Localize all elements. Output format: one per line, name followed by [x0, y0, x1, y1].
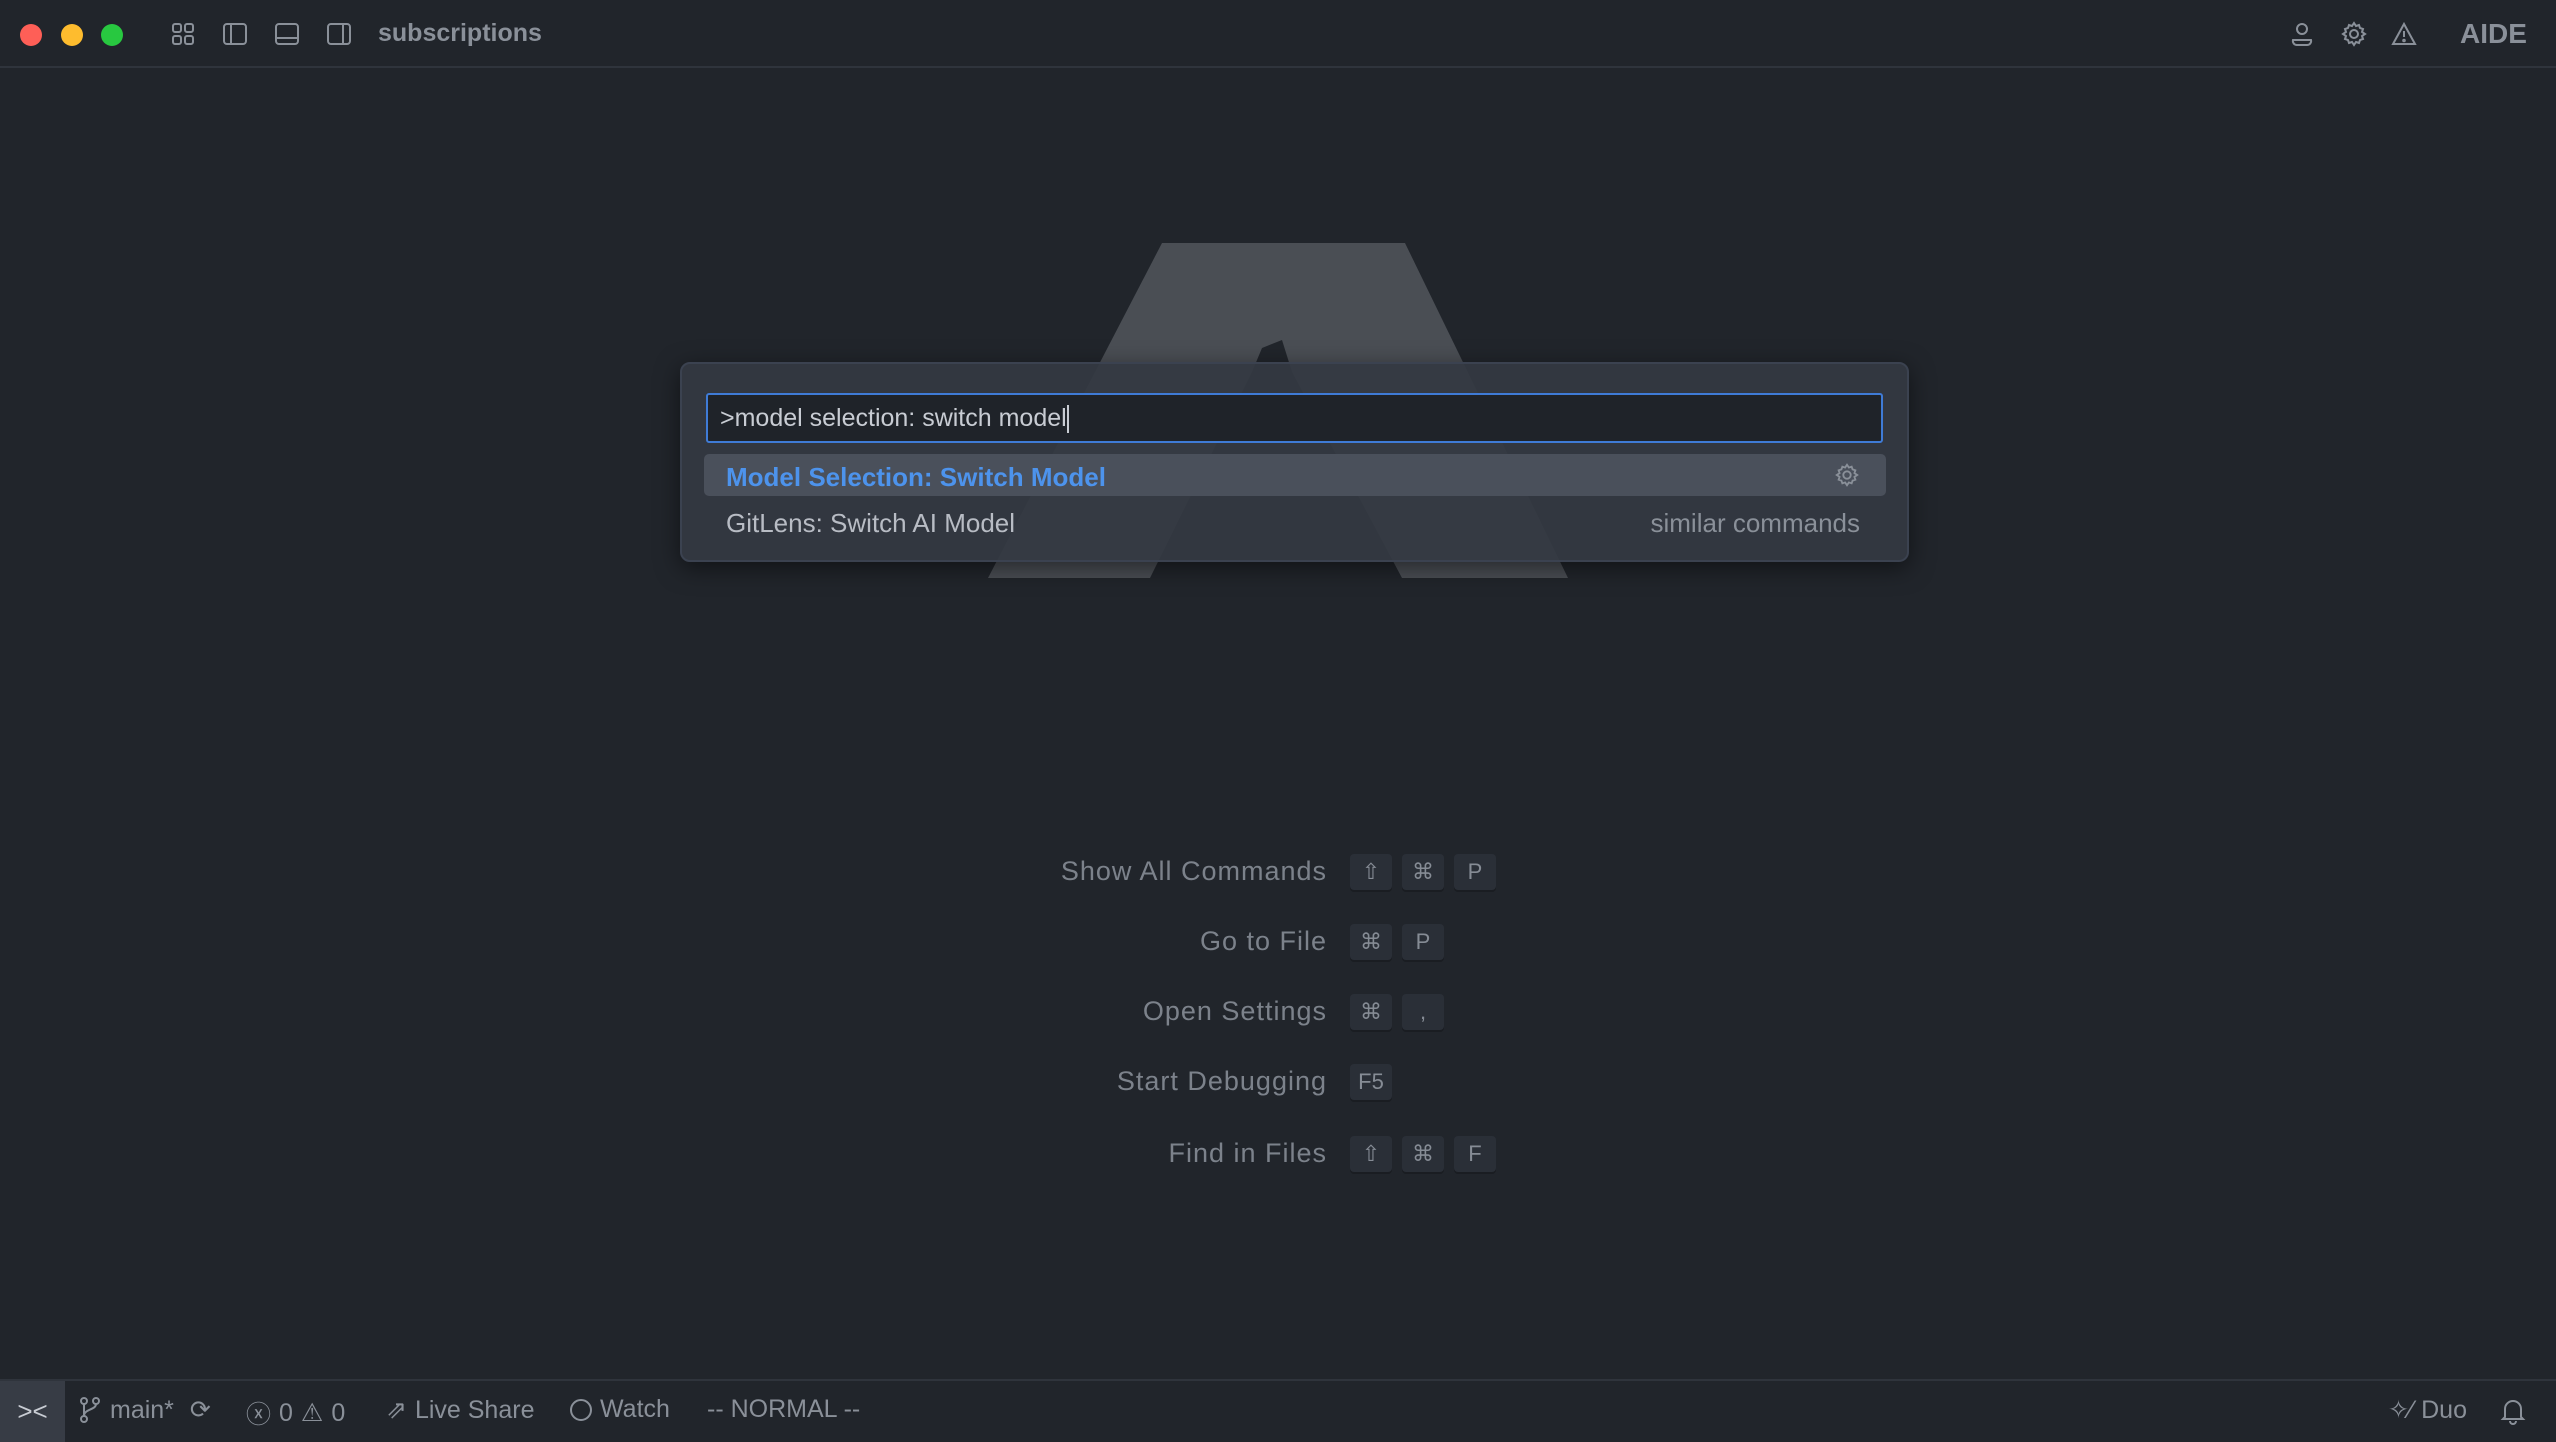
keycap: F5 [1350, 1064, 1392, 1100]
duo-label: Duo [2421, 1395, 2467, 1424]
shortcut-label[interactable]: Find in Files [1168, 1138, 1327, 1169]
error-count: 0 [279, 1398, 293, 1427]
keycap: ⇧ [1350, 1136, 1392, 1172]
circle-icon [570, 1398, 592, 1421]
keycap: P [1454, 854, 1496, 890]
configure-keybinding-gear-icon[interactable] [1834, 462, 1860, 488]
keycap: ⌘ [1402, 854, 1444, 890]
aide-logo-watermark [988, 243, 1568, 578]
keycap: F [1454, 1136, 1496, 1172]
command-label: Model Selection: Switch Model [726, 462, 1106, 492]
notifications-bell-icon[interactable] [2500, 1397, 2526, 1425]
live-share-button[interactable]: ⇗ Live Share [386, 1395, 534, 1425]
keycap: ⌘ [1350, 994, 1392, 1030]
shortcut-keys: F5 [1350, 1064, 1392, 1100]
command-palette: >model selection: switch model Model Sel… [680, 362, 1909, 562]
shortcut-label[interactable]: Show All Commands [1061, 856, 1327, 887]
problems-button[interactable]: ⓧ 0 ⚠ 0 [246, 1395, 345, 1431]
watch-button[interactable]: Watch [570, 1395, 670, 1424]
shortcut-label[interactable]: Start Debugging [1117, 1066, 1327, 1097]
command-hint: similar commands [1650, 508, 1861, 538]
sync-icon[interactable]: ⟳ [190, 1395, 211, 1425]
error-icon: ⓧ [246, 1401, 272, 1429]
branch-button[interactable]: main* ⟳ [78, 1395, 211, 1425]
shortcut-label[interactable]: Open Settings [1143, 996, 1327, 1027]
status-bar: >< main* ⟳ ⓧ 0 ⚠ 0 ⇗ Live Share Watch -- NO… [0, 1379, 2556, 1442]
shortcut-keys: ⇧ ⌘ P [1350, 854, 1496, 890]
command-result-item[interactable]: Model Selection: Switch Model [704, 454, 1886, 496]
command-palette-input[interactable]: >model selection: switch model [706, 393, 1883, 443]
command-result-item[interactable]: GitLens: Switch AI Model similar command… [704, 500, 1886, 542]
command-label: GitLens: Switch AI Model [726, 508, 1016, 538]
live-share-icon: ⇗ [386, 1396, 407, 1424]
keycap: ⌘ [1402, 1136, 1444, 1172]
keycap: ⇧ [1350, 854, 1392, 890]
branch-name: main* [110, 1395, 174, 1424]
duo-icon: ✧⁄ [2388, 1396, 2414, 1424]
shortcut-keys: ⌘ P [1350, 924, 1444, 960]
watch-label: Watch [600, 1395, 670, 1423]
warning-icon: ⚠ [300, 1399, 324, 1427]
live-share-label: Live Share [414, 1395, 535, 1424]
vim-mode-indicator: -- NORMAL -- [707, 1395, 861, 1423]
keycap: , [1402, 994, 1444, 1030]
duo-button[interactable]: ✧⁄ Duo [2388, 1395, 2467, 1425]
remote-indicator-button[interactable]: >< [0, 1381, 65, 1442]
shortcut-keys: ⌘, [1350, 994, 1444, 1030]
keycap: ⌘ [1350, 924, 1392, 960]
shortcut-keys: ⇧ ⌘ F [1350, 1136, 1496, 1172]
warning-count: 0 [331, 1398, 346, 1427]
keycap: P [1402, 924, 1444, 960]
git-branch-icon [80, 1397, 100, 1423]
shortcut-label[interactable]: Go to File [1200, 926, 1327, 957]
